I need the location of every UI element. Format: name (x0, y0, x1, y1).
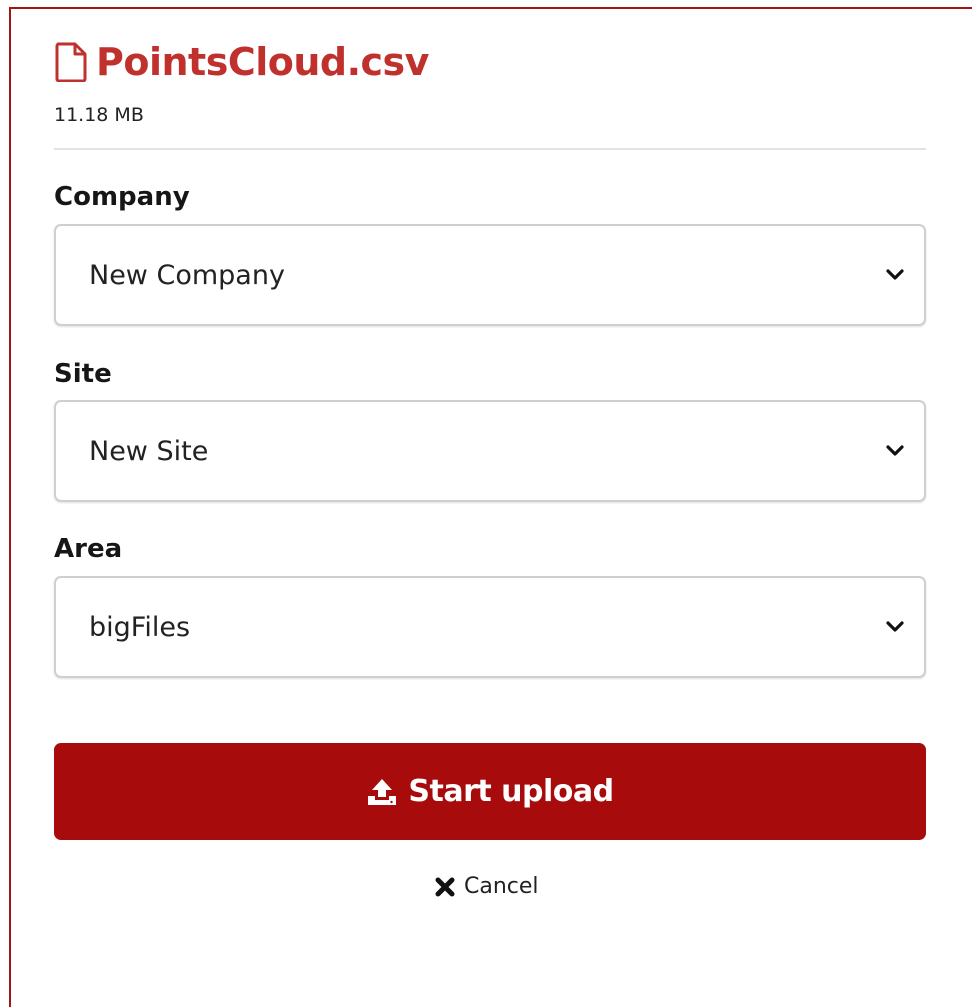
area-select[interactable]: bigFiles (54, 576, 926, 678)
upload-panel (9, 7, 972, 1007)
divider (54, 148, 926, 150)
cancel-label: Cancel (464, 874, 539, 899)
upload-icon (368, 778, 397, 805)
area-select-value: bigFiles (89, 611, 191, 643)
site-label: Site (54, 359, 112, 389)
company-label: Company (54, 182, 190, 212)
file-name: PointsCloud.csv (96, 40, 429, 84)
close-icon (435, 877, 455, 896)
area-label: Area (54, 534, 123, 564)
company-select-value: New Company (89, 259, 285, 291)
start-upload-label: Start upload (408, 774, 614, 809)
cancel-button[interactable]: Cancel (434, 874, 539, 899)
file-icon (55, 42, 87, 82)
company-select[interactable]: New Company (54, 224, 926, 326)
chevron-down-icon (886, 269, 904, 280)
chevron-down-icon (886, 621, 904, 632)
file-size: 11.18 MB (54, 104, 144, 126)
site-select-value: New Site (89, 435, 209, 467)
file-header: PointsCloud.csv (54, 40, 429, 84)
chevron-down-icon (886, 445, 904, 456)
start-upload-button[interactable]: Start upload (54, 743, 926, 840)
site-select[interactable]: New Site (54, 400, 926, 502)
